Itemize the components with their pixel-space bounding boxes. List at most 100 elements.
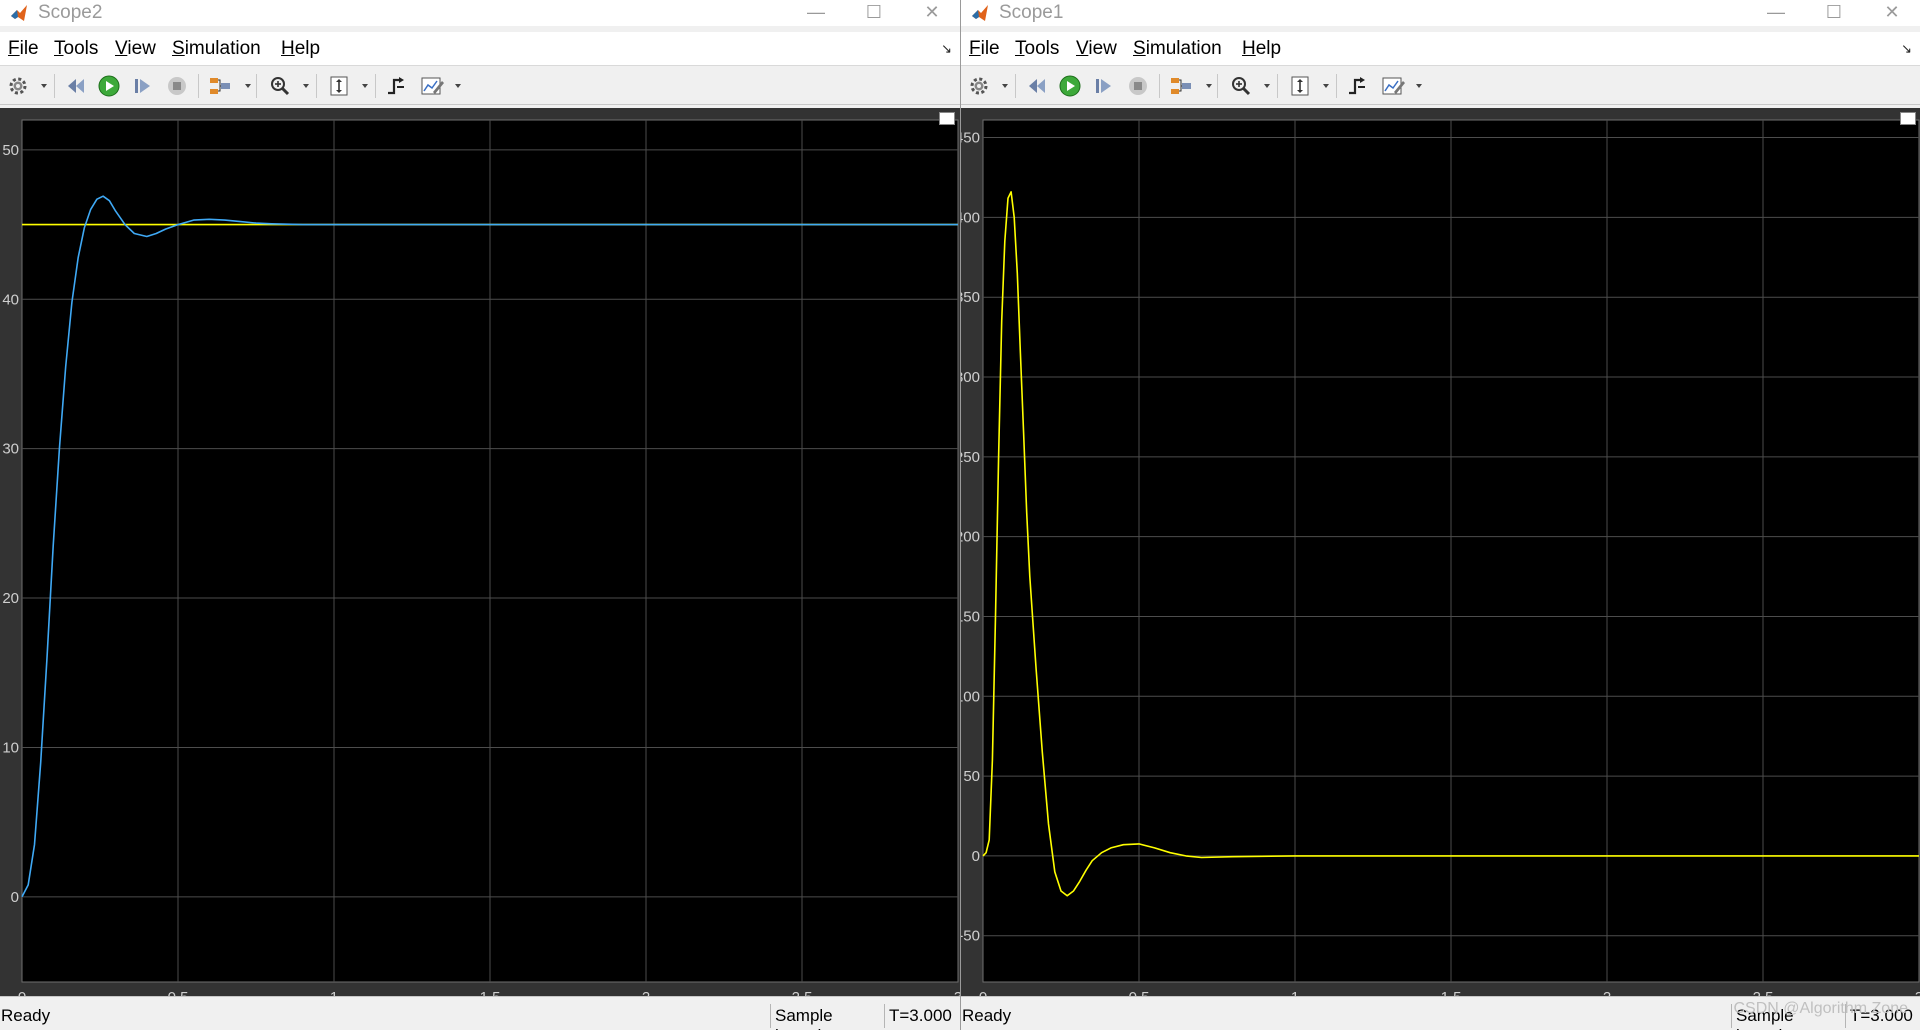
x-tick-label: 3	[1915, 989, 1920, 996]
settings-gear-icon[interactable]	[4, 72, 32, 100]
menu-mnemonic: F	[969, 38, 981, 59]
menu-view[interactable]: View	[115, 38, 156, 60]
stop-icon[interactable]	[1124, 72, 1152, 100]
settings-gear-icon[interactable]	[965, 72, 993, 100]
step-back-icon[interactable]	[1023, 72, 1051, 100]
step-back-icon[interactable]	[62, 72, 90, 100]
x-tick-label: 1.5	[1441, 989, 1462, 996]
dropdown-arrow-icon[interactable]	[244, 82, 252, 90]
x-tick-label: 2.5	[1753, 989, 1774, 996]
menu-rest: ools	[1024, 38, 1060, 59]
dropdown-arrow-icon[interactable]	[454, 82, 462, 90]
undock-axes-icon[interactable]	[939, 112, 955, 125]
window-title: Scope1	[999, 2, 1064, 23]
run-icon[interactable]	[95, 72, 123, 100]
x-tick-label: 2.5	[792, 989, 813, 996]
toolbar-separator	[316, 74, 317, 98]
dropdown-arrow-icon[interactable]	[1205, 82, 1213, 90]
dropdown-arrow-icon[interactable]	[1263, 82, 1271, 90]
menu-view[interactable]: View	[1076, 38, 1117, 60]
triggers-icon[interactable]	[382, 72, 410, 100]
toolbar	[961, 67, 1920, 105]
x-tick-label: 0	[18, 989, 26, 996]
dropdown-arrow-icon[interactable]	[1001, 82, 1009, 90]
status-bar: Ready Sample based T=3.000 CSDN @Algorit…	[961, 996, 1920, 1030]
toolbar-separator	[1277, 74, 1278, 98]
toolbar-separator	[1015, 74, 1016, 98]
menu-rest: imulation	[184, 38, 261, 59]
menu-mnemonic: S	[1133, 38, 1146, 59]
title-bar[interactable]: Scope1 ― ☐ ✕	[961, 0, 1920, 26]
toolbar-separator	[198, 74, 199, 98]
style-edit-icon[interactable]	[418, 72, 446, 100]
dock-arrow-icon[interactable]: ↘	[941, 41, 952, 57]
maximize-button[interactable]: ☐	[1810, 0, 1858, 26]
matlab-logo-icon	[972, 5, 988, 21]
maximize-button[interactable]: ☐	[850, 0, 898, 26]
zoom-in-icon[interactable]	[266, 72, 294, 100]
scope-chart[interactable]: 0 0.5 1 1.5 2 2.5 3 -50 0 50 100 150 200 250 300 350 400…	[961, 108, 1920, 996]
x-tick-label: 1.5	[480, 989, 501, 996]
sample-mode: Sample based	[770, 1004, 883, 1030]
dock-arrow-icon[interactable]: ↘	[1901, 41, 1912, 57]
x-tick-label: 0.5	[168, 989, 189, 996]
scale-axes-icon[interactable]	[1286, 72, 1314, 100]
signal-highlight-icon[interactable]	[206, 72, 234, 100]
minimize-button[interactable]: ―	[792, 0, 840, 26]
dropdown-arrow-icon[interactable]	[40, 82, 48, 90]
close-button[interactable]: ✕	[908, 0, 956, 26]
menu-simulation[interactable]: Simulation	[1133, 38, 1222, 60]
y-tick-label: 250	[961, 449, 980, 466]
y-tick-label: 100	[961, 688, 980, 705]
menu-tools[interactable]: Tools	[54, 38, 98, 60]
menu-file[interactable]: File	[8, 38, 39, 60]
plot-area: 00.511.522.5301020304050	[0, 108, 960, 996]
menu-file[interactable]: File	[969, 38, 1000, 60]
dropdown-arrow-icon[interactable]	[302, 82, 310, 90]
step-forward-icon[interactable]	[1090, 72, 1118, 100]
undock-axes-icon[interactable]	[1900, 112, 1916, 125]
dropdown-arrow-icon[interactable]	[1322, 82, 1330, 90]
zoom-in-icon[interactable]	[1227, 72, 1255, 100]
y-tick-label: 450	[961, 130, 980, 147]
watermark: CSDN @Algorithm Zone	[1733, 1000, 1908, 1017]
menu-rest: iew	[1088, 38, 1117, 59]
dropdown-arrow-icon[interactable]	[1415, 82, 1423, 90]
matlab-logo-icon	[11, 5, 27, 21]
close-button[interactable]: ✕	[1868, 0, 1916, 26]
menu-bar: File Tools View Simulation Help ↘	[0, 32, 960, 66]
run-icon[interactable]	[1056, 72, 1084, 100]
toolbar	[0, 67, 960, 105]
x-tick-label: 2	[642, 989, 650, 996]
stop-icon[interactable]	[163, 72, 191, 100]
menu-rest: elp	[1255, 38, 1282, 59]
menu-rest: elp	[294, 38, 321, 59]
y-tick-label: 10	[2, 739, 19, 756]
triggers-icon[interactable]	[1343, 72, 1371, 100]
window-title: Scope2	[38, 2, 103, 23]
minimize-button[interactable]: ―	[1752, 0, 1800, 26]
menu-simulation[interactable]: Simulation	[172, 38, 261, 60]
style-edit-icon[interactable]	[1379, 72, 1407, 100]
desktop: Scope2 ― ☐ ✕ File Tools View Simulation …	[0, 0, 1920, 1030]
title-bar[interactable]: Scope2 ― ☐ ✕	[0, 0, 960, 26]
step-forward-icon[interactable]	[129, 72, 157, 100]
x-tick-label: 1	[1291, 989, 1299, 996]
menu-rest: ile	[980, 38, 1000, 59]
menu-help[interactable]: Help	[281, 38, 320, 60]
menu-mnemonic: V	[1076, 38, 1089, 59]
x-tick-label: 0	[979, 989, 987, 996]
y-tick-label: 300	[961, 369, 980, 386]
menu-help[interactable]: Help	[1242, 38, 1281, 60]
scope-chart[interactable]: 00.511.522.5301020304050	[0, 108, 960, 996]
dropdown-arrow-icon[interactable]	[361, 82, 369, 90]
signal-highlight-icon[interactable]	[1167, 72, 1195, 100]
menu-mnemonic: T	[54, 38, 64, 59]
plot-area: 0 0.5 1 1.5 2 2.5 3 -50 0 50 100 150 200 250 300 350 400…	[961, 108, 1920, 996]
scale-axes-icon[interactable]	[325, 72, 353, 100]
menu-rest: iew	[127, 38, 156, 59]
y-tick-label: 50	[2, 142, 19, 159]
x-tick-label: 0.5	[1129, 989, 1150, 996]
y-tick-label: 0	[11, 889, 19, 906]
menu-tools[interactable]: Tools	[1015, 38, 1059, 60]
